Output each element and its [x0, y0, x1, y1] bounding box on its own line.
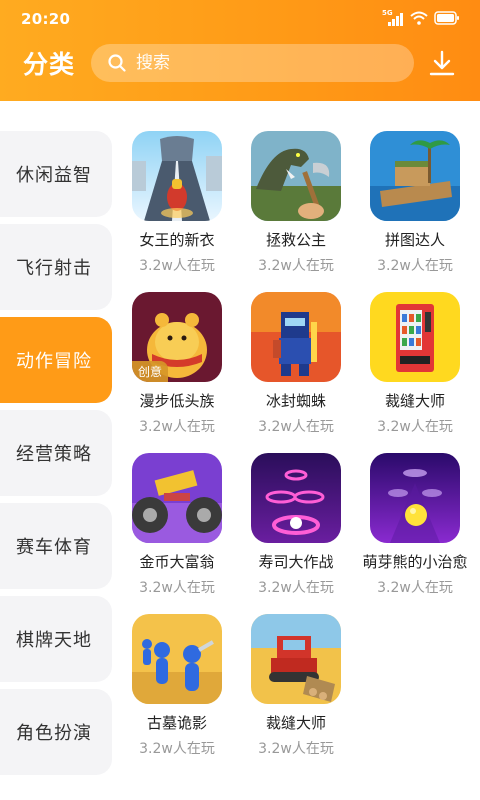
game-players: 3.2w人在玩	[377, 419, 453, 435]
sidebar-item-label: 动作冒险	[16, 351, 92, 372]
game-name: 古墓诡影	[146, 714, 207, 732]
game-name: 漫步低头族	[139, 392, 215, 410]
status-time: 20:20	[21, 10, 71, 28]
game-name: 拯救公主	[265, 231, 326, 249]
sidebar-item-label: 经营策略	[16, 444, 92, 465]
game-name: 冰封蜘蛛	[265, 392, 326, 410]
motorbike-racing-icon[interactable]	[132, 131, 222, 221]
search-input[interactable]	[136, 53, 386, 73]
sidebar-item-action[interactable]: 动作冒险	[0, 317, 112, 403]
game-players: 3.2w人在玩	[139, 419, 215, 435]
game-players: 3.2w人在玩	[258, 580, 334, 596]
vending-machine-icon[interactable]	[370, 292, 460, 382]
game-players: 3.2w人在玩	[377, 258, 453, 274]
hamster-icon[interactable]: 创意	[132, 292, 222, 382]
game-players: 3.2w人在玩	[139, 741, 215, 757]
game-name: 萌芽熊的小治愈	[362, 553, 468, 571]
game-name: 裁缝大师	[384, 392, 445, 410]
search-bar[interactable]	[91, 44, 414, 82]
dinosaur-axe-icon[interactable]	[251, 131, 341, 221]
sidebar-item-racing[interactable]: 赛车体育	[0, 503, 112, 589]
category-sidebar: 休闲益智 飞行射击 动作冒险 经营策略 赛车体育 棋牌天地 角色扮演	[0, 131, 112, 782]
game-name: 金币大富翁	[139, 553, 215, 571]
header: 20:20 5G 分类 搜索	[0, 0, 480, 101]
game-name: 女王的新衣	[139, 231, 215, 249]
raft-island-icon[interactable]	[370, 131, 460, 221]
page-title: 分类	[23, 50, 76, 79]
sidebar-item-rpg[interactable]: 角色扮演	[0, 689, 112, 775]
status-icons: 5G	[382, 9, 460, 26]
game-players: 3.2w人在玩	[258, 741, 334, 757]
sidebar-item-label: 角色扮演	[16, 723, 92, 744]
game-name: 裁缝大师	[265, 714, 326, 732]
game-tag: 创意	[132, 361, 169, 382]
game-players: 3.2w人在玩	[377, 580, 453, 596]
monster-truck-icon[interactable]	[132, 453, 222, 543]
bulldozer-icon[interactable]	[251, 614, 341, 704]
neon-tiles-icon[interactable]	[251, 453, 341, 543]
sidebar-item-label: 休闲益智	[16, 165, 92, 186]
search-icon	[108, 54, 126, 72]
signal-icon: 5G	[382, 9, 404, 26]
game-players: 3.2w人在玩	[258, 258, 334, 274]
sidebar-item-casual[interactable]: 休闲益智	[0, 131, 112, 217]
pixel-knight-icon[interactable]	[251, 292, 341, 382]
sidebar-item-shooting[interactable]: 飞行射击	[0, 224, 112, 310]
sidebar-item-board[interactable]: 棋牌天地	[0, 596, 112, 682]
status-bar: 20:20 5G	[0, 0, 480, 38]
neon-ball-icon[interactable]	[370, 453, 460, 543]
game-players: 3.2w人在玩	[258, 419, 334, 435]
game-players: 3.2w人在玩	[139, 580, 215, 596]
sidebar-item-strategy[interactable]: 经营策略	[0, 410, 112, 496]
game-name: 拼图达人	[384, 231, 445, 249]
wifi-icon	[410, 11, 428, 25]
blue-stickmen-icon[interactable]	[132, 614, 222, 704]
sidebar-item-label: 棋牌天地	[16, 630, 92, 651]
game-players: 3.2w人在玩	[139, 258, 215, 274]
download-icon[interactable]	[427, 48, 457, 78]
sidebar-item-label: 飞行射击	[16, 258, 92, 279]
battery-icon	[434, 11, 460, 25]
game-name: 寿司大作战	[258, 553, 334, 571]
sidebar-item-label: 赛车体育	[16, 537, 92, 558]
